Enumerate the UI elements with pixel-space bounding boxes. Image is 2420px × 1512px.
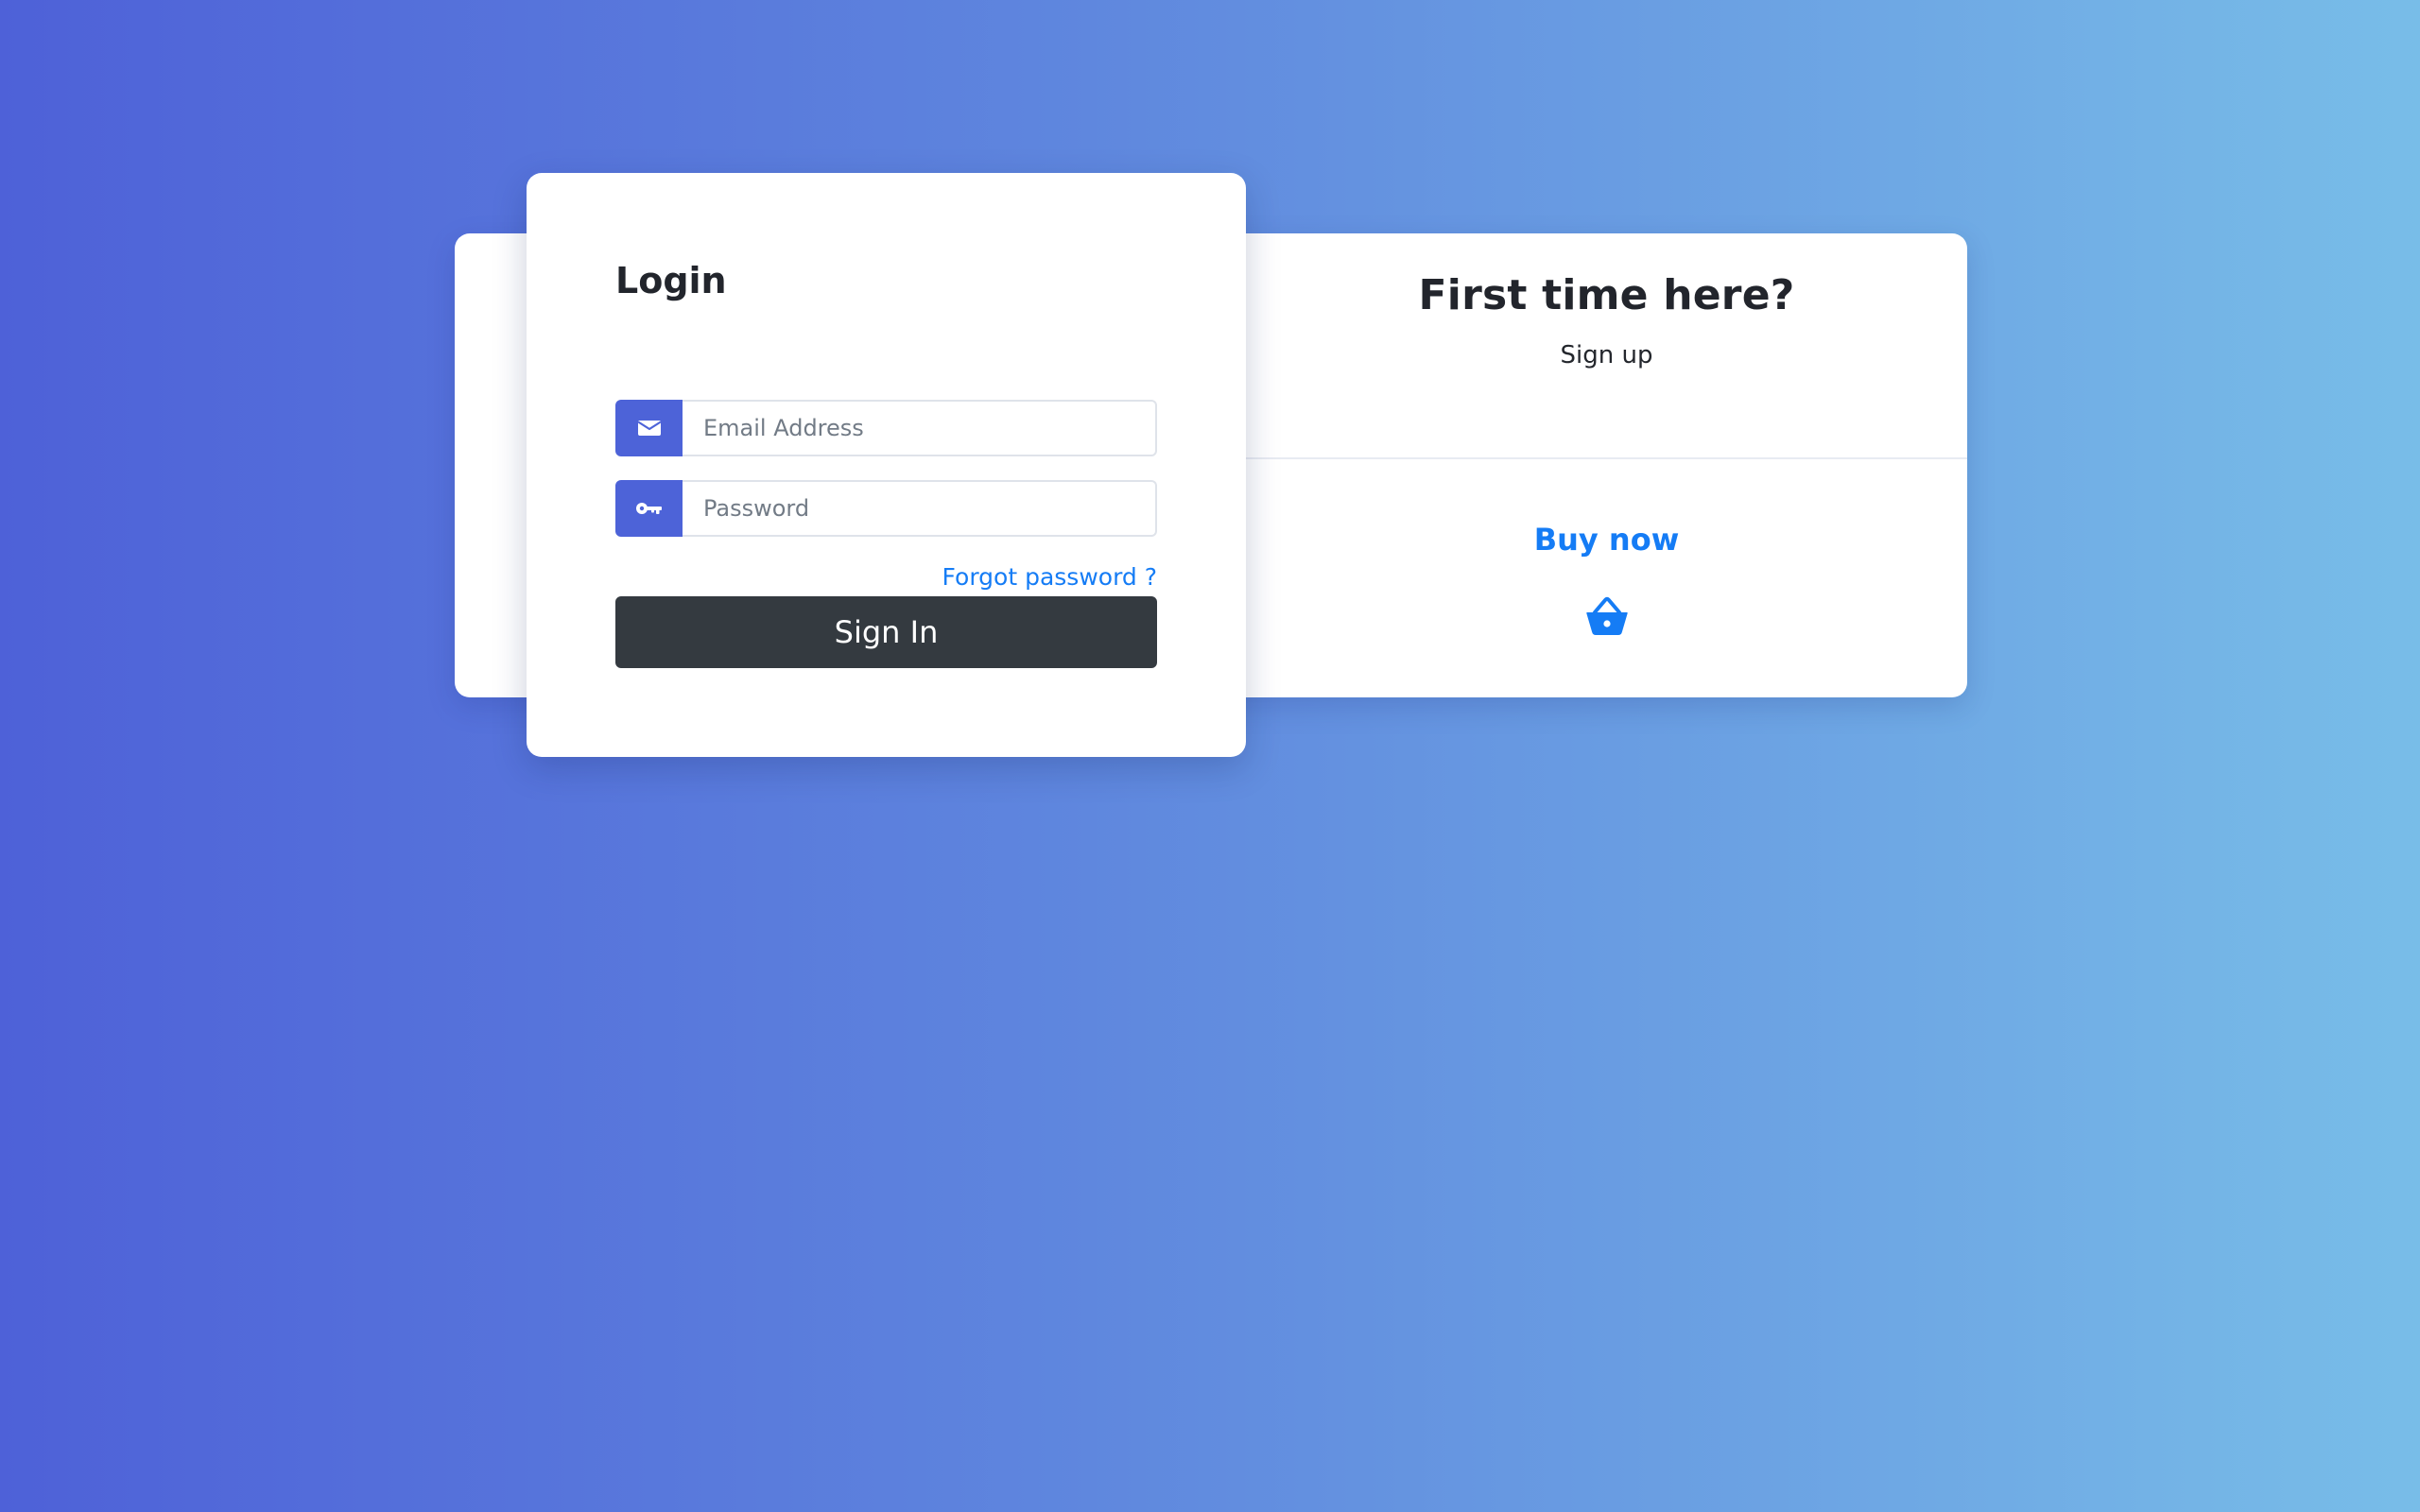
buy-now-link[interactable]: Buy now (1534, 522, 1680, 558)
login-card: Login Forgot password ? Sign In (527, 173, 1246, 757)
signup-section: First time here? Sign up (1246, 233, 1967, 459)
buy-section: Buy now (1246, 459, 1967, 697)
signup-subtitle: Sign up (1560, 341, 1653, 369)
password-field[interactable] (683, 480, 1157, 537)
login-title: Login (615, 260, 727, 301)
basket-icon[interactable] (1584, 595, 1630, 637)
signup-panel: First time here? Sign up Buy now (1246, 233, 1967, 697)
sign-in-button[interactable]: Sign In (615, 596, 1157, 668)
email-addon (615, 400, 683, 456)
password-addon (615, 480, 683, 537)
forgot-password-link[interactable]: Forgot password ? (942, 563, 1157, 591)
envelope-icon (637, 421, 661, 436)
key-icon (635, 503, 662, 514)
email-field[interactable] (683, 400, 1157, 456)
password-input-group (615, 480, 1157, 537)
email-input-group (615, 400, 1157, 456)
signup-title: First time here? (1418, 271, 1795, 319)
